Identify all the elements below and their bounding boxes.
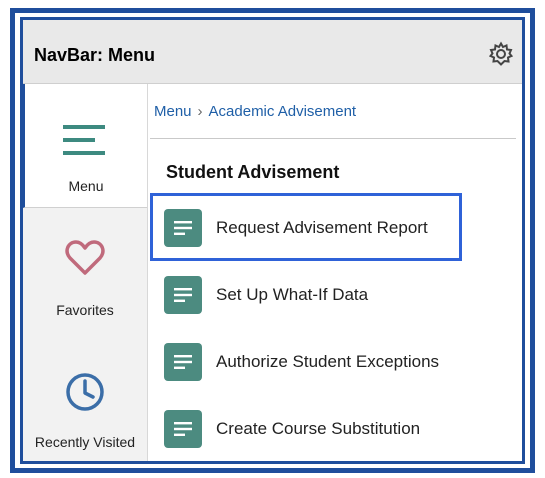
menu-item-label: Request Advisement Report: [216, 218, 428, 237]
sidebar-item-favorites[interactable]: Favorites: [23, 224, 147, 324]
sidebar-item-label: Menu: [68, 178, 104, 194]
menu-item-label: Authorize Student Exceptions: [216, 352, 440, 371]
sidebar: Menu Favorites Recently Visited: [23, 84, 148, 461]
breadcrumb-link-academic-advisement[interactable]: Academic Advisement: [209, 103, 357, 120]
document-icon: [164, 343, 202, 381]
menu-item-label: Create Course Substitution: [216, 419, 421, 438]
menu-item-set-up-what-if-data[interactable]: Set Up What-If Data: [150, 260, 516, 326]
sidebar-item-recently-visited[interactable]: Recently Visited: [23, 354, 147, 461]
menu-item-label: Set Up What-If Data: [216, 285, 369, 304]
menu-lines-icon: [63, 125, 105, 155]
navbar-header: NavBar: Menu: [23, 20, 522, 84]
menu-item-authorize-student-exceptions[interactable]: Authorize Student Exceptions: [150, 327, 516, 393]
menu-item-request-advisement-report[interactable]: Request Advisement Report: [150, 193, 516, 259]
breadcrumb-link-menu[interactable]: Menu: [154, 103, 192, 120]
outer-frame: NavBar: Menu Menu Favorites Recently Vis…: [10, 8, 535, 473]
clock-icon: [66, 373, 104, 411]
breadcrumb: Menu › Academic Advisement: [154, 103, 356, 120]
chevron-right-icon: ›: [197, 103, 203, 120]
menu-item-create-course-substitution[interactable]: Create Course Substitution: [150, 394, 516, 460]
navbar-panel: NavBar: Menu Menu Favorites Recently Vis…: [20, 17, 525, 464]
sidebar-item-label: Recently Visited: [34, 434, 136, 450]
document-icon: [164, 410, 202, 448]
sidebar-item-label: Favorites: [56, 302, 114, 318]
navbar-title: NavBar: Menu: [34, 45, 156, 65]
document-icon: [164, 276, 202, 314]
section-title: Student Advisement: [166, 162, 340, 182]
gear-icon[interactable]: [488, 41, 514, 67]
document-icon: [164, 209, 202, 247]
breadcrumb-divider: [150, 138, 516, 139]
sidebar-item-menu[interactable]: Menu: [23, 84, 147, 208]
heart-icon: [65, 240, 105, 275]
